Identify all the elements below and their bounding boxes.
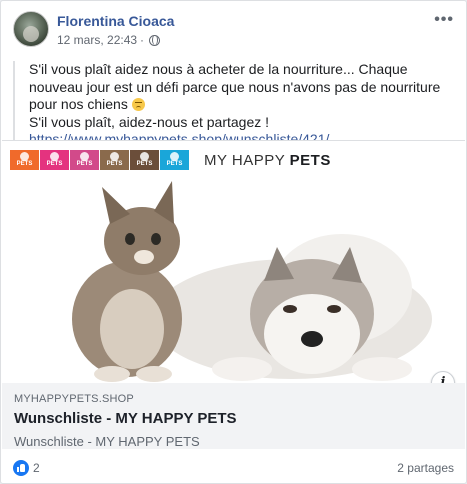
brand-banner: PETS PETS PETS PETS PETS PETS MY HAPPY P… xyxy=(10,149,331,171)
brand-tile: PETS xyxy=(100,150,129,170)
meta-separator: · xyxy=(140,33,145,47)
kitten-and-puppy-photo xyxy=(42,169,432,383)
globe-icon[interactable] xyxy=(149,34,161,46)
brand-tile: PETS xyxy=(130,150,159,170)
brand-tile: PETS xyxy=(70,150,99,170)
post-card: Florentina Cioaca 12 mars, 22:43 · ••• S… xyxy=(0,0,467,484)
post-header: Florentina Cioaca 12 mars, 22:43 · ••• xyxy=(13,11,454,51)
brand-tile: PETS xyxy=(10,150,39,170)
message-line-2: S'il vous plaît, aidez-nous et partagez … xyxy=(29,113,270,130)
sad-face-emoji-icon xyxy=(131,98,145,111)
link-preview-card[interactable]: PETS PETS PETS PETS PETS PETS MY HAPPY P… xyxy=(2,140,465,449)
post-timestamp[interactable]: 12 mars, 22:43 xyxy=(57,33,137,47)
brand-tile: PETS xyxy=(160,150,189,170)
post-meta: 12 mars, 22:43 · xyxy=(57,33,161,47)
more-options-icon[interactable]: ••• xyxy=(434,11,454,29)
link-title[interactable]: Wunschliste - MY HAPPY PETS xyxy=(14,410,453,427)
link-domain: MYHAPPYPETS.SHOP xyxy=(14,393,134,405)
reaction-count[interactable]: 2 xyxy=(33,461,40,475)
info-icon[interactable]: i xyxy=(431,371,455,383)
link-preview-text[interactable]: MYHAPPYPETS.SHOP Wunschliste - MY HAPPY … xyxy=(2,383,465,449)
like-reaction-icon[interactable] xyxy=(13,460,29,476)
post-message: S'il vous plaît aidez nous à acheter de … xyxy=(13,61,453,149)
brand-logo-text: MY HAPPY PETS xyxy=(204,151,331,169)
link-preview-image[interactable]: PETS PETS PETS PETS PETS PETS MY HAPPY P… xyxy=(2,141,465,383)
share-count[interactable]: 2 partages xyxy=(397,461,454,475)
post-footer: 2 2 partages xyxy=(13,459,454,477)
link-description: Wunschliste - MY HAPPY PETS xyxy=(14,434,200,449)
author-avatar[interactable] xyxy=(13,11,49,47)
message-line-1: S'il vous plaît aidez nous à acheter de … xyxy=(29,61,441,112)
brand-tile: PETS xyxy=(40,150,69,170)
author-name[interactable]: Florentina Cioaca xyxy=(57,13,174,29)
